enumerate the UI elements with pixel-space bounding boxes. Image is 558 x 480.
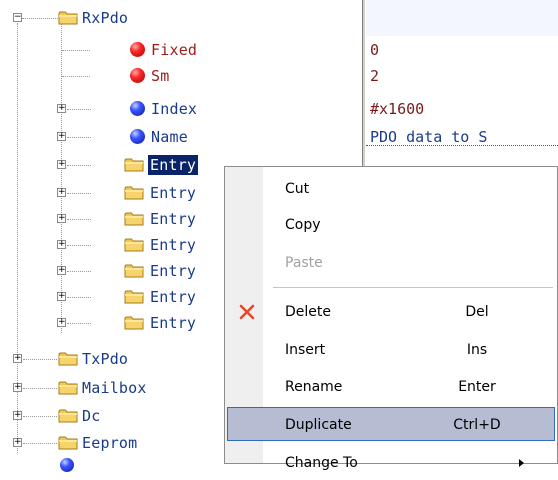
tree-node-name[interactable]: + Name — [0, 124, 360, 150]
folder-icon — [58, 435, 78, 450]
folder-icon — [124, 289, 144, 304]
tree-node-sm[interactable]: Sm — [0, 63, 360, 89]
expand-toggle[interactable]: + — [57, 292, 66, 301]
value-text: 0 — [370, 41, 380, 59]
folder-icon — [58, 380, 78, 395]
tree-node-fixed[interactable]: Fixed — [0, 37, 360, 63]
folder-icon — [124, 185, 144, 200]
collapse-toggle[interactable]: − — [13, 13, 22, 22]
expand-toggle[interactable]: + — [13, 411, 22, 420]
menu-item-label: Duplicate — [285, 417, 352, 433]
menu-separator — [273, 287, 553, 288]
tree-node-label: Index — [151, 100, 198, 118]
menu-item-copy[interactable]: Copy — [227, 208, 555, 242]
menu-item-shortcut: Ins — [466, 342, 488, 358]
tree-node-label: Fixed — [151, 41, 198, 59]
menu-item-cut[interactable]: Cut — [227, 172, 555, 206]
tree-node-label: Dc — [82, 407, 101, 425]
folder-icon — [124, 237, 144, 252]
folder-icon — [58, 351, 78, 366]
value-text: #x1600 — [370, 100, 425, 118]
menu-item-shortcut: Del — [465, 304, 489, 320]
menu-item-duplicate[interactable]: Duplicate Ctrl+D — [227, 407, 555, 441]
tree-node-label: RxPdo — [82, 9, 129, 27]
red-ball-icon — [130, 42, 145, 57]
menu-item-label: Change To — [285, 455, 358, 471]
expand-toggle[interactable]: + — [57, 104, 66, 113]
folder-icon — [124, 211, 144, 226]
menu-item-label: Copy — [285, 217, 321, 233]
tree-node-label: Eeprom — [82, 434, 138, 452]
expand-toggle[interactable]: + — [57, 266, 66, 275]
tree-node-label: Entry — [150, 210, 197, 228]
tree-node-label-selected: Entry — [148, 155, 199, 175]
tree-node-label: Mailbox — [82, 379, 147, 397]
folder-icon — [124, 157, 144, 172]
expand-toggle[interactable]: + — [13, 383, 22, 392]
value-text: 2 — [370, 67, 380, 85]
expand-toggle[interactable]: + — [57, 188, 66, 197]
blue-ball-icon — [130, 129, 145, 144]
value-cell[interactable]: #x1600 — [366, 96, 558, 122]
tree-node-label: Entry — [150, 184, 197, 202]
expand-toggle[interactable]: + — [57, 318, 66, 327]
tree-node-label: Sm — [151, 67, 170, 85]
menu-item-paste[interactable]: Paste — [227, 246, 555, 280]
menu-item-label: Insert — [285, 342, 326, 358]
tree-node-label: Name — [151, 128, 188, 146]
values-header — [366, 0, 558, 36]
tree-node-rxpdo[interactable]: − RxPdo — [0, 5, 360, 31]
context-menu: Cut Copy Paste Delete Del Insert Ins Ren… — [224, 166, 558, 471]
expand-toggle[interactable]: + — [57, 214, 66, 223]
tree-node-label: Entry — [150, 236, 197, 254]
expand-toggle[interactable]: + — [13, 438, 22, 447]
expand-toggle[interactable]: + — [57, 160, 66, 169]
submenu-arrow-icon — [519, 459, 524, 467]
menu-item-change-to[interactable]: Change To — [227, 446, 555, 480]
expand-toggle[interactable]: + — [57, 132, 66, 141]
tree-node-index[interactable]: + Index — [0, 96, 360, 122]
tree-node-label: Entry — [150, 314, 197, 332]
menu-item-rename[interactable]: Rename Enter — [227, 370, 555, 404]
menu-item-label: Paste — [285, 255, 323, 271]
menu-item-label: Rename — [285, 379, 343, 395]
tree-node-label: Entry — [150, 262, 197, 280]
folder-icon — [124, 263, 144, 278]
folder-icon — [124, 315, 144, 330]
focus-dotted-line — [366, 145, 558, 146]
menu-item-shortcut: Enter — [458, 379, 496, 395]
tree-node-label: Entry — [150, 288, 197, 306]
menu-item-insert[interactable]: Insert Ins — [227, 333, 555, 367]
expand-toggle[interactable]: + — [13, 354, 22, 363]
menu-item-shortcut: Ctrl+D — [453, 417, 501, 433]
menu-item-label: Cut — [285, 181, 310, 197]
value-cell[interactable]: 2 — [366, 63, 558, 89]
blue-ball-icon — [60, 458, 74, 472]
menu-item-label: Delete — [285, 304, 331, 320]
expand-toggle[interactable]: + — [57, 240, 66, 249]
folder-icon — [58, 10, 78, 25]
value-cell[interactable]: 0 — [366, 37, 558, 63]
delete-x-icon — [239, 304, 255, 320]
folder-icon — [58, 408, 78, 423]
value-text: PDO data to S — [370, 128, 488, 146]
red-ball-icon — [130, 68, 145, 83]
value-cell[interactable]: PDO data to S — [366, 124, 558, 150]
tree-node-label: TxPdo — [82, 350, 129, 368]
blue-ball-icon — [130, 101, 145, 116]
menu-item-delete[interactable]: Delete Del — [227, 295, 555, 329]
